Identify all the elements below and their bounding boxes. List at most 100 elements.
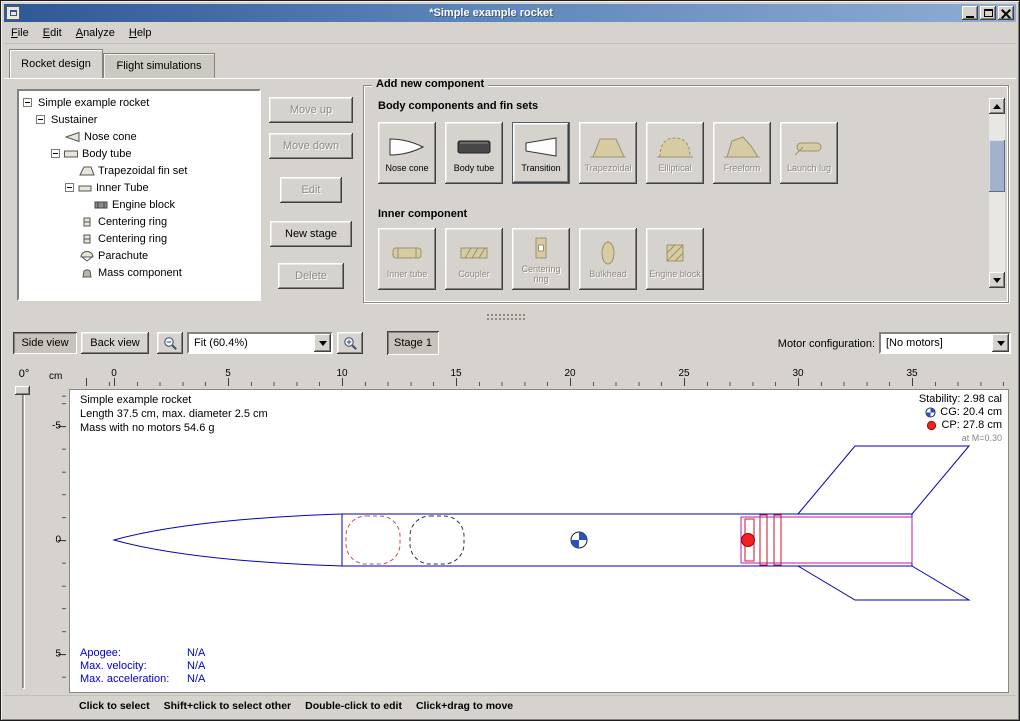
tree-item-parachute[interactable]: Parachute [19,247,259,264]
cp-icon [926,420,937,431]
bulkhead-icon [588,239,628,267]
rocket-drawing[interactable] [70,390,1008,692]
arrow-up-icon [993,104,1001,109]
add-centering-ring-button[interactable]: Centering ring [512,228,570,290]
arrow-down-icon [993,278,1001,283]
component-scrollbar[interactable] [989,98,1005,288]
tree-item-sustainer[interactable]: Sustainer [19,111,259,128]
add-launch-lug-button[interactable]: Launch lug [780,122,838,184]
rotation-slider[interactable] [22,389,25,689]
scroll-down-button[interactable] [989,272,1005,288]
component-tree[interactable]: Simple example rocket Sustainer Nose con… [17,89,261,301]
tree-item-label: Trapezoidal fin set [98,165,187,177]
collapse-icon[interactable] [65,183,74,192]
scroll-up-button[interactable] [989,98,1005,114]
tree-item-rocket[interactable]: Simple example rocket [19,94,259,111]
cp-marker[interactable] [742,534,755,547]
hint-click-select: Click to select [79,700,150,712]
move-up-button[interactable]: Move up [269,97,353,123]
statusbar: Click to select Shift+click to select ot… [4,695,1016,715]
new-stage-button[interactable]: New stage [270,221,352,247]
inner-tube-icon [77,182,93,194]
back-view-button[interactable]: Back view [81,332,149,354]
side-view-button[interactable]: Side view [13,332,77,354]
nose-cone-icon [387,133,427,161]
close-button[interactable] [998,6,1014,20]
maximize-button[interactable] [980,6,996,20]
add-bulkhead-button[interactable]: Bulkhead [579,228,637,290]
tree-item-centering-ring-1[interactable]: Centering ring [19,213,259,230]
ruler-label: 0 [55,535,61,546]
rocket-canvas[interactable]: Simple example rocket Length 37.5 cm, ma… [69,389,1009,693]
body-components-label: Body components and fin sets [378,100,538,112]
menu-file[interactable]: File [4,24,36,42]
design-name: Simple example rocket [80,393,268,407]
collapse-icon[interactable] [23,98,32,107]
motor-configuration-select[interactable]: [No motors] [879,332,1011,354]
add-component-group: Add new component Body components and fi… [363,85,1009,303]
tree-item-nose-cone[interactable]: Nose cone [19,128,259,145]
add-trapezoidal-fin-button[interactable]: Trapezoidal [579,122,637,184]
cp-value: CP: 27.8 cm [941,419,1002,432]
add-inner-tube-button[interactable]: Inner tube [378,228,436,290]
vertical-ruler: -5 0 5 [47,389,67,693]
delete-button[interactable]: Delete [278,263,344,289]
chevron-down-icon[interactable] [992,334,1009,352]
rotation-slider-handle[interactable] [15,386,30,395]
ruler-label: 35 [906,368,917,379]
fin-lower-shape[interactable] [798,566,969,600]
mass-component-icon [79,267,95,279]
window-icon[interactable] [6,6,20,20]
add-freeform-fin-button[interactable]: Freeform [713,122,771,184]
nose-cone-shape[interactable] [114,514,342,566]
tree-item-fin-set[interactable]: Trapezoidal fin set [19,162,259,179]
design-mass: Mass with no motors 54.6 g [80,421,268,435]
menu-help[interactable]: Help [122,24,159,42]
menu-analyze[interactable]: Analyze [69,24,122,42]
menubar: File Edit Analyze Help [4,22,1016,44]
ruler-label: 5 [55,649,61,660]
tree-item-body-tube[interactable]: Body tube [19,145,259,162]
edit-button[interactable]: Edit [280,177,342,203]
tab-rocket-design[interactable]: Rocket design [9,49,103,78]
tree-item-mass-component[interactable]: Mass component [19,264,259,281]
add-nose-cone-button[interactable]: Nose cone [378,122,436,184]
tree-item-label: Centering ring [98,216,167,228]
parachute-shape[interactable] [346,516,400,564]
collapse-icon[interactable] [51,149,60,158]
tree-item-engine-block[interactable]: Engine block [19,196,259,213]
stage-1-toggle[interactable]: Stage 1 [387,331,439,355]
add-engine-block-button[interactable]: Engine block [646,228,704,290]
magnifier-minus-icon [163,336,178,351]
rotation-value: 0° [11,368,37,380]
splitter[interactable] [4,309,1016,323]
chevron-down-icon[interactable] [314,334,331,352]
zoom-in-button[interactable] [337,332,363,354]
add-transition-button[interactable]: Transition [512,122,570,184]
tab-flight-simulations[interactable]: Flight simulations [103,53,215,78]
tree-item-inner-tube[interactable]: Inner Tube [19,179,259,196]
move-down-button[interactable]: Move down [269,133,353,159]
tree-item-centering-ring-2[interactable]: Centering ring [19,230,259,247]
ruler-label: -5 [52,421,61,432]
mass-component-shape[interactable] [410,516,464,564]
collapse-icon[interactable] [36,115,45,124]
scrollbar-thumb[interactable] [989,140,1005,192]
centering-ring-shape[interactable] [774,515,781,565]
splitter-grip-icon [486,313,526,320]
minimize-button[interactable] [962,6,978,20]
centering-ring-shape[interactable] [760,515,767,565]
magnifier-plus-icon [343,336,358,351]
add-coupler-button[interactable]: Coupler [445,228,503,290]
zoom-select[interactable]: Fit (60.4%) [187,332,333,354]
titlebar[interactable]: *Simple example rocket [4,4,1016,22]
add-body-tube-button[interactable]: Body tube [445,122,503,184]
tree-item-label: Nose cone [84,131,137,143]
fin-upper-shape[interactable] [798,446,969,514]
menu-edit[interactable]: Edit [36,24,69,42]
mach-value: at M=0.30 [919,432,1002,445]
cg-marker[interactable] [571,532,587,548]
design-info: Simple example rocket Length 37.5 cm, ma… [80,393,268,435]
add-elliptical-fin-button[interactable]: Elliptical [646,122,704,184]
zoom-out-button[interactable] [157,332,183,354]
